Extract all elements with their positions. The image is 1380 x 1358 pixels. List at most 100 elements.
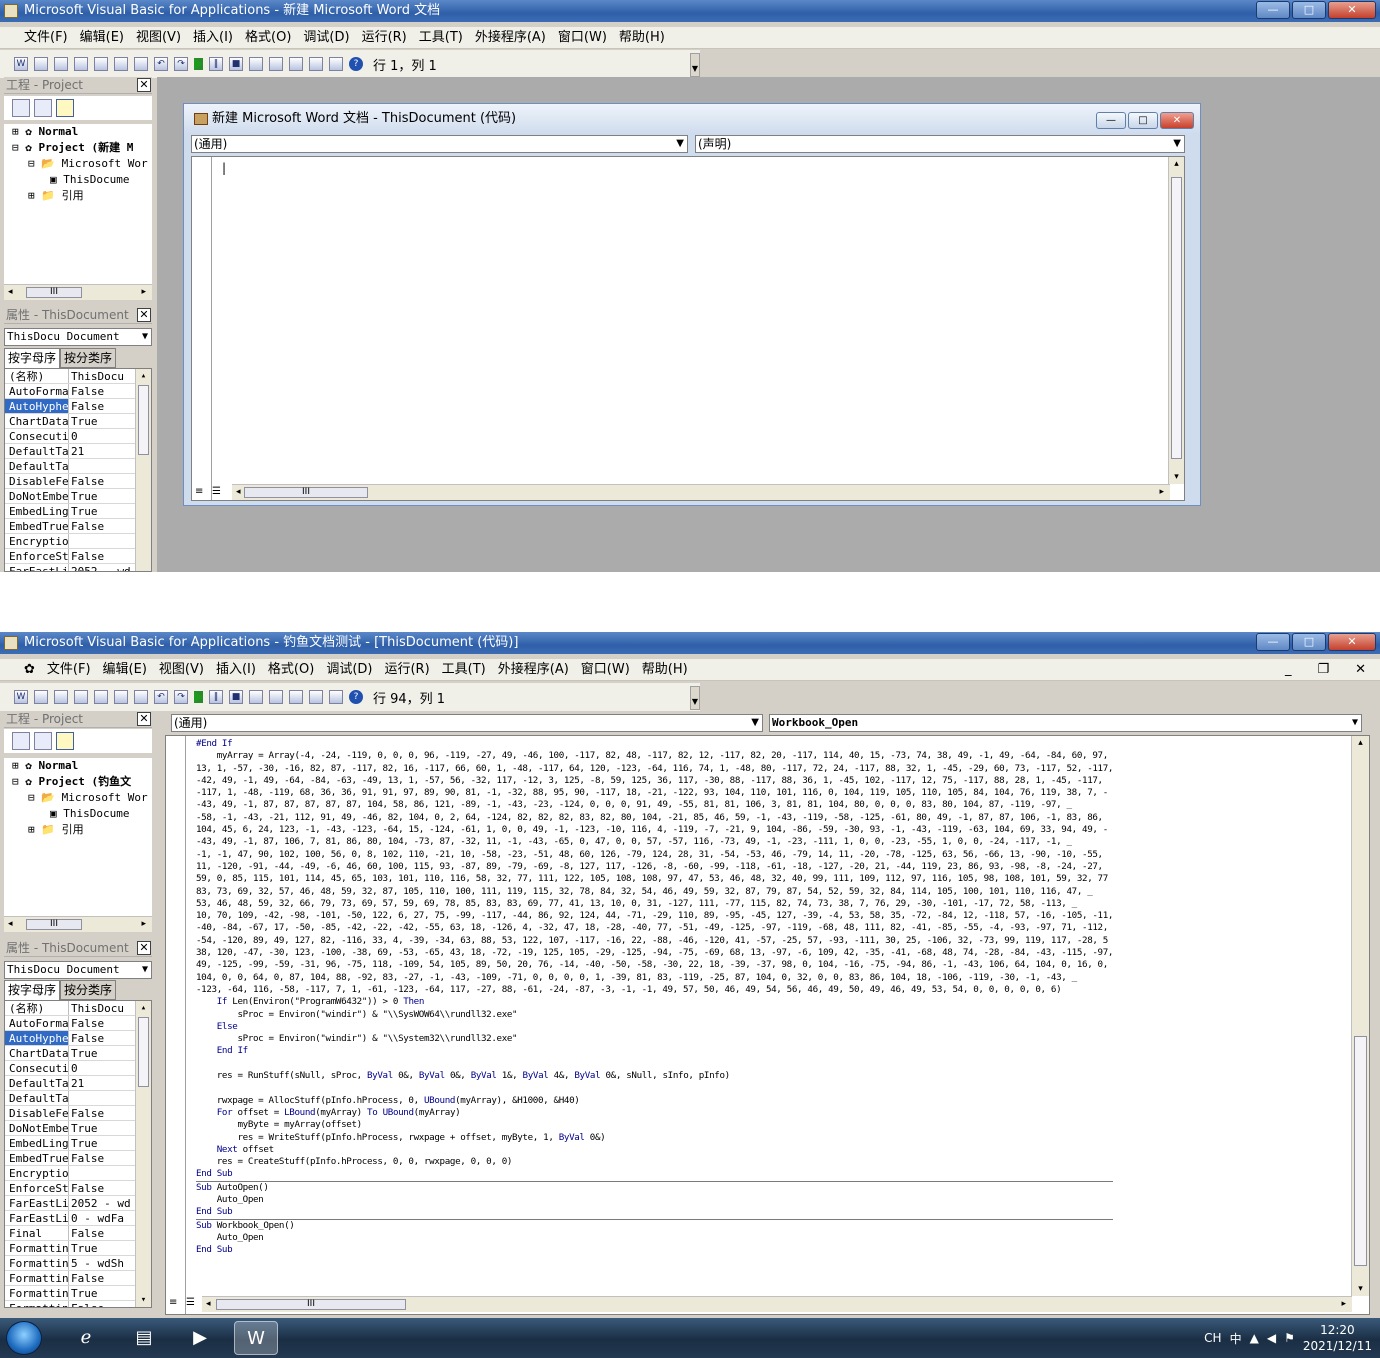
menu-addins[interactable]: 外接程序(A) bbox=[492, 659, 575, 681]
close-icon[interactable]: ✕ bbox=[137, 308, 151, 322]
tree-item-ms-word[interactable]: ⊟ 📂 Microsoft Wor bbox=[4, 156, 152, 172]
action-center-icon[interactable]: ⚑ bbox=[1284, 1331, 1295, 1345]
tree-item-references[interactable]: ⊞ 📁 引用 bbox=[4, 822, 152, 838]
tree-item-normal[interactable]: ⊞ ✿ Normal bbox=[4, 758, 152, 774]
object-browser-icon[interactable] bbox=[309, 57, 323, 71]
procedure-combo[interactable]: Workbook_Open ▼ bbox=[769, 714, 1362, 732]
view-object-icon[interactable] bbox=[34, 732, 52, 750]
menu-debug[interactable]: 调试(D) bbox=[320, 659, 378, 681]
property-row[interactable]: EmbedLing True bbox=[5, 1136, 151, 1151]
property-row[interactable]: Encryptio bbox=[5, 534, 151, 549]
code-vscrollbar[interactable]: ▴ ▾ bbox=[1168, 157, 1184, 484]
property-row[interactable]: DoNotEmbe True bbox=[5, 489, 151, 504]
reset-icon[interactable]: ■ bbox=[229, 690, 243, 704]
toggle-folders-icon[interactable] bbox=[56, 732, 74, 750]
find-icon[interactable] bbox=[134, 57, 148, 71]
copy-icon[interactable] bbox=[94, 690, 108, 704]
menu-file[interactable]: 文件(F) bbox=[41, 659, 97, 681]
properties-window-icon[interactable] bbox=[289, 690, 303, 704]
view-object-icon[interactable] bbox=[34, 99, 52, 117]
menu-edit[interactable]: 编辑(E) bbox=[74, 27, 130, 49]
menu-debug[interactable]: 调试(D) bbox=[297, 27, 355, 49]
code-vscrollbar[interactable]: ▴ ▾ bbox=[1351, 736, 1369, 1296]
word-icon[interactable]: W bbox=[14, 690, 28, 704]
help-icon[interactable]: ? bbox=[349, 690, 363, 704]
lang-indicator[interactable]: CH bbox=[1204, 1331, 1221, 1345]
minimize-button[interactable]: — bbox=[1096, 112, 1126, 129]
media-player-icon[interactable]: ▶ bbox=[178, 1321, 222, 1355]
property-row[interactable]: (名称) ThisDocu bbox=[5, 1001, 151, 1016]
property-row[interactable]: FormattinFalse bbox=[5, 1301, 151, 1307]
close-button[interactable]: ✕ bbox=[1328, 633, 1376, 651]
minimize-button[interactable]: — bbox=[1256, 633, 1290, 651]
explorer-icon[interactable]: ▤ bbox=[122, 1321, 166, 1355]
object-select[interactable]: ThisDocu Document ▼ bbox=[4, 328, 152, 346]
redo-icon[interactable]: ↷ bbox=[174, 57, 188, 71]
tree-item-thisdocument[interactable]: ▣ ThisDocume bbox=[4, 806, 152, 822]
toolbar-overflow-icon[interactable]: ▼ bbox=[690, 53, 700, 77]
break-icon[interactable]: ‖ bbox=[209, 690, 223, 704]
cut-icon[interactable] bbox=[74, 57, 88, 71]
tree-item-ms-word[interactable]: ⊟ 📂 Microsoft Wor bbox=[4, 790, 152, 806]
property-row[interactable]: Consecuti 0 bbox=[5, 1061, 151, 1076]
run-icon[interactable] bbox=[194, 691, 203, 703]
property-row[interactable]: EmbedTrue False bbox=[5, 1151, 151, 1166]
insert-module-icon[interactable] bbox=[34, 690, 48, 704]
tab-alphabetic[interactable]: 按字母序 bbox=[4, 980, 61, 1000]
close-icon[interactable]: ✕ bbox=[137, 712, 151, 726]
object-combo[interactable]: (通用) ▼ bbox=[171, 714, 763, 732]
full-module-view-icon[interactable]: ☰ bbox=[186, 1297, 195, 1308]
property-row[interactable]: DefaultTa 21 bbox=[5, 1076, 151, 1091]
property-row[interactable]: Formattin 5 - wdSh bbox=[5, 1256, 151, 1271]
volume-icon[interactable]: ◀ bbox=[1267, 1331, 1276, 1345]
word-icon[interactable]: W bbox=[14, 57, 28, 71]
doc-icon[interactable]: ✿ bbox=[18, 659, 41, 681]
find-icon[interactable] bbox=[134, 690, 148, 704]
view-code-icon[interactable] bbox=[12, 99, 30, 117]
tree-item-normal[interactable]: ⊞ ✿ Normal bbox=[4, 124, 152, 140]
toolbox-icon[interactable] bbox=[329, 690, 343, 704]
object-browser-icon[interactable] bbox=[309, 690, 323, 704]
properties-window-icon[interactable] bbox=[289, 57, 303, 71]
tree-item-project[interactable]: ⊟ ✿ Project (新建 M bbox=[4, 140, 152, 156]
close-button[interactable]: ✕ bbox=[1328, 1, 1376, 19]
property-row[interactable]: DefaultTa bbox=[5, 1091, 151, 1106]
procedure-combo[interactable]: (声明) ▼ bbox=[695, 135, 1185, 153]
menu-file[interactable]: 文件(F) bbox=[18, 27, 74, 49]
object-select[interactable]: ThisDocu Document ▼ bbox=[4, 961, 152, 979]
toolbox-icon[interactable] bbox=[329, 57, 343, 71]
mdi-restore-icon[interactable]: ❐ bbox=[1311, 659, 1335, 681]
object-combo[interactable]: (通用) ▼ bbox=[191, 135, 688, 153]
break-icon[interactable]: ‖ bbox=[209, 57, 223, 71]
ime-indicator[interactable]: 中 bbox=[1230, 1330, 1242, 1347]
property-row[interactable]: DisableFe False bbox=[5, 1106, 151, 1121]
code-editor[interactable]: | ▴ ▾ ◂ III ▸ ≡ ☰ bbox=[191, 156, 1185, 501]
procedure-view-icon[interactable]: ≡ bbox=[195, 486, 203, 497]
property-row[interactable]: Formattin True bbox=[5, 1241, 151, 1256]
menu-format[interactable]: 格式(O) bbox=[262, 659, 320, 681]
menu-run[interactable]: 运行(R) bbox=[356, 27, 413, 49]
undo-icon[interactable]: ↶ bbox=[154, 690, 168, 704]
save-icon[interactable] bbox=[54, 57, 68, 71]
property-row[interactable]: ChartData True bbox=[5, 414, 151, 429]
property-row[interactable]: ChartData True bbox=[5, 1046, 151, 1061]
project-explorer-icon[interactable] bbox=[269, 690, 283, 704]
property-row[interactable]: Consecuti 0 bbox=[5, 429, 151, 444]
property-row[interactable]: Encryptio bbox=[5, 1166, 151, 1181]
close-icon[interactable]: ✕ bbox=[137, 941, 151, 955]
tab-alphabetic[interactable]: 按字母序 bbox=[4, 348, 61, 368]
property-row[interactable]: DefaultTa bbox=[5, 459, 151, 474]
paste-icon[interactable] bbox=[114, 57, 128, 71]
toggle-folders-icon[interactable] bbox=[56, 99, 74, 117]
run-icon[interactable] bbox=[194, 58, 203, 70]
properties-vscrollbar[interactable]: ▴ ▾ bbox=[135, 1001, 151, 1307]
code-hscrollbar[interactable]: ◂ III ▸ bbox=[232, 484, 1170, 500]
project-hscrollbar[interactable]: ◂ III ▸ bbox=[4, 284, 152, 300]
save-icon[interactable] bbox=[54, 690, 68, 704]
tab-categorized[interactable]: 按分类序 bbox=[60, 980, 117, 1000]
menu-insert[interactable]: 插入(I) bbox=[187, 27, 239, 49]
property-row[interactable]: FarEastLi 0 - wdFa bbox=[5, 1211, 151, 1226]
menu-edit[interactable]: 编辑(E) bbox=[97, 659, 153, 681]
property-row[interactable]: AutoForma False bbox=[5, 384, 151, 399]
menu-view[interactable]: 视图(V) bbox=[130, 27, 187, 49]
